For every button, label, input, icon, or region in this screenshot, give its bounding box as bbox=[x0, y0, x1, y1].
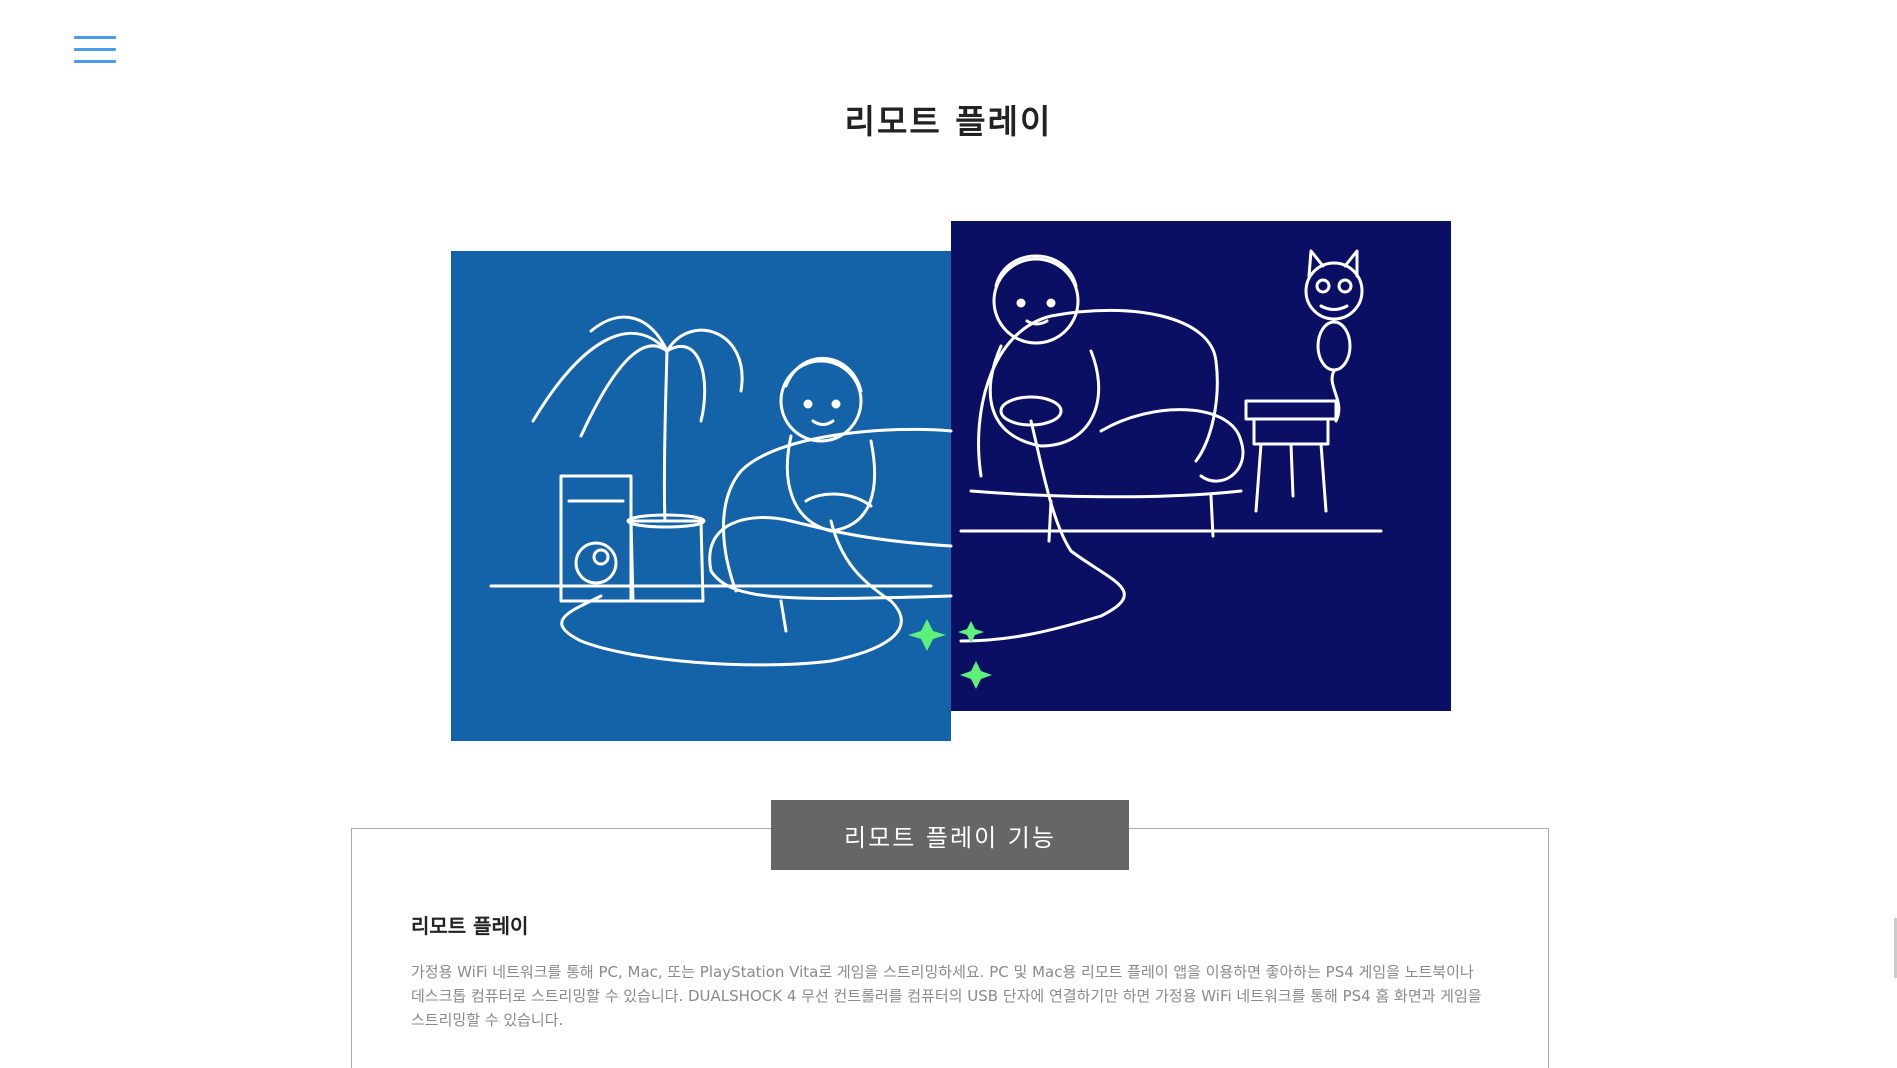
left-illustration-panel bbox=[451, 251, 951, 741]
page-title: 리모트 플레이 bbox=[844, 102, 1053, 141]
feature-item-description: 가정용 WiFi 네트워크를 통해 PC, Mac, 또는 PlayStatio… bbox=[411, 963, 1482, 1029]
feature-item-title: 리모트 플레이 bbox=[411, 914, 529, 938]
hamburger-menu-icon[interactable] bbox=[74, 36, 116, 66]
features-tab[interactable]: 리모트 플레이 기능 bbox=[771, 800, 1129, 870]
remote-play-illustration bbox=[451, 221, 1451, 741]
right-illustration-panel bbox=[951, 221, 1451, 711]
